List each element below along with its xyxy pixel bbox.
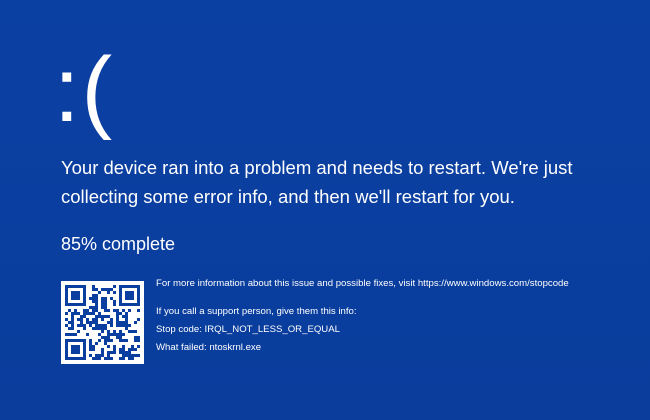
info-block: For more information about this issue an… xyxy=(156,277,636,355)
progress-text: 85% complete xyxy=(61,234,176,254)
bsod-screen: :( Your device ran into a problem and ne… xyxy=(0,0,650,420)
more-info-text: For more information about this issue an… xyxy=(156,278,569,289)
what-failed-text: What failed: ntoskrnl.exe xyxy=(156,342,262,353)
error-message: Your device ran into a problem and needs… xyxy=(61,157,573,207)
stop-code-text: Stop code: IRQL_NOT_LESS_OR_EQUAL xyxy=(156,324,340,335)
sad-face-emoticon: :( xyxy=(54,39,115,141)
support-prompt-text: If you call a support person, give them … xyxy=(156,306,357,317)
qr-code-icon xyxy=(61,281,144,364)
